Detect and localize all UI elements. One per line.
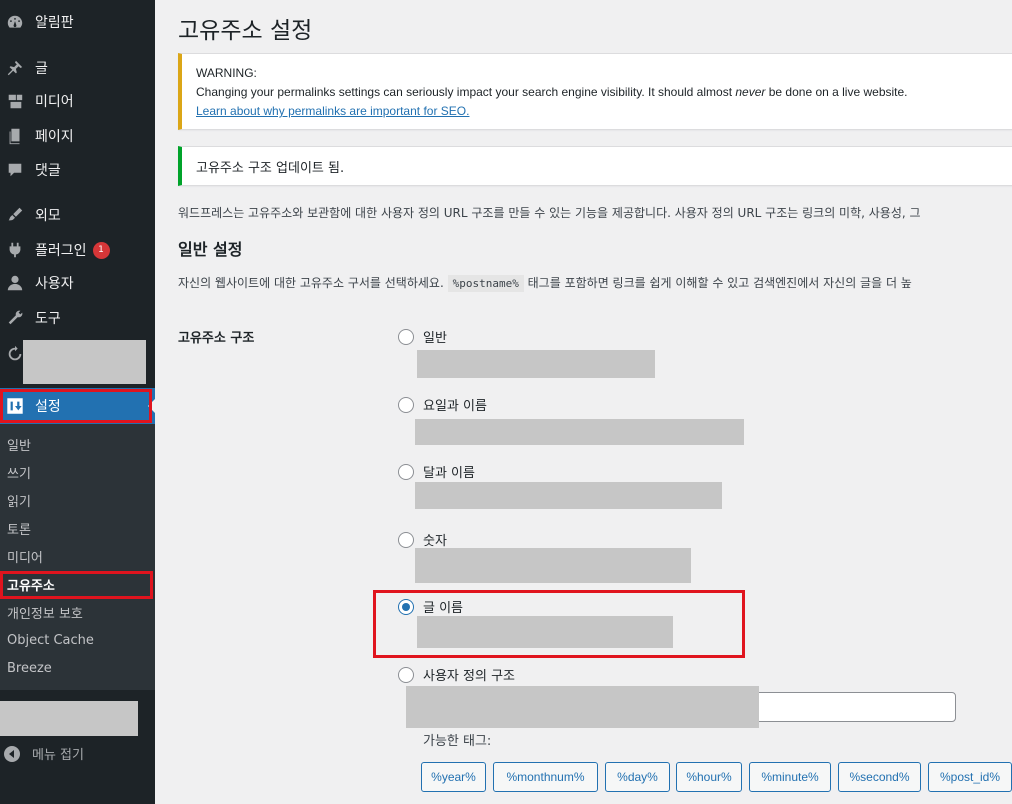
plugin-icon: [4, 240, 26, 260]
option-numeric[interactable]: 숫자: [398, 530, 447, 549]
redacted-menu-item: [0, 701, 138, 736]
redacted-example-url: [415, 548, 691, 583]
redacted-example-url: [415, 482, 722, 509]
success-notice: 고유주소 구조 업데이트 됨.: [178, 146, 1012, 186]
appearance-icon: [4, 205, 26, 225]
menu-label: 미디어: [35, 94, 74, 110]
redacted-example-url: [415, 419, 744, 445]
redacted-menu-label: [23, 340, 146, 384]
menu-item-settings[interactable]: 설정: [0, 388, 155, 424]
option-label: 글 이름: [423, 601, 464, 616]
tag-second-button[interactable]: %second%: [838, 762, 921, 792]
submenu-media[interactable]: 미디어: [7, 547, 43, 566]
submenu-breeze[interactable]: Breeze: [7, 661, 52, 676]
wrench-icon: [4, 308, 26, 328]
collapse-label: 메뉴 접기: [32, 748, 84, 763]
menu-item-posts[interactable]: 글: [0, 51, 155, 85]
redacted-example-url: [417, 350, 655, 378]
menu-label: 도구: [35, 311, 61, 327]
radio-numeric[interactable]: [398, 531, 414, 548]
menu-label: 알림판: [35, 15, 74, 31]
menu-item-tools[interactable]: 도구: [0, 301, 155, 335]
seo-learn-more-link[interactable]: Learn about why permalinks are important…: [196, 104, 469, 118]
menu-label: 댓글: [35, 163, 61, 179]
submenu-permalinks[interactable]: 고유주소: [7, 575, 55, 594]
submenu-reading[interactable]: 읽기: [7, 491, 31, 510]
radio-plain[interactable]: [398, 328, 414, 345]
menu-label: 글: [35, 61, 48, 77]
submenu-discussion[interactable]: 토론: [7, 519, 31, 538]
dashboard-icon: [4, 12, 26, 32]
admin-sidebar: 알림판 글 미디어 페이지 댓글 외모 플러그인 1 사용자 도구 설정 일반 …: [0, 0, 155, 804]
settings-icon: [4, 396, 26, 416]
pin-icon: [4, 58, 26, 78]
redacted-example-url: [417, 616, 673, 648]
menu-item-users[interactable]: 사용자: [0, 266, 155, 300]
tag-monthnum-button[interactable]: %monthnum%: [493, 762, 598, 792]
menu-item-appearance[interactable]: 외모: [0, 198, 155, 232]
submenu-general[interactable]: 일반: [7, 435, 31, 454]
option-label: 달과 이름: [423, 466, 475, 481]
main-content: 고유주소 설정 WARNING: Changing your permalink…: [155, 0, 1012, 804]
warning-notice: WARNING: Changing your permalinks settin…: [178, 53, 1012, 130]
postname-code: %postname%: [447, 275, 524, 292]
menu-item-media[interactable]: 미디어: [0, 84, 155, 118]
page-title: 고유주소 설정: [178, 18, 313, 44]
page-icon: [4, 126, 26, 146]
option-custom-structure[interactable]: 사용자 정의 구조: [398, 665, 515, 684]
submenu-object-cache[interactable]: Object Cache: [7, 633, 94, 648]
collapse-arrow-icon: [4, 745, 20, 762]
option-day-name[interactable]: 요일과 이름: [398, 395, 487, 414]
tag-year-button[interactable]: %year%: [421, 762, 486, 792]
menu-label: 설정: [35, 399, 61, 415]
warning-heading: WARNING:: [196, 66, 257, 80]
radio-month-name[interactable]: [398, 463, 414, 480]
menu-label: 사용자: [35, 276, 74, 292]
menu-item-plugins[interactable]: 플러그인 1: [0, 233, 155, 267]
menu-label: 플러그인: [35, 243, 87, 259]
radio-post-name[interactable]: [398, 598, 414, 615]
menu-label: 페이지: [35, 129, 74, 145]
intro-text: 워드프레스는 고유주소와 보관함에 대한 사용자 정의 URL 구조를 만들 수…: [178, 206, 921, 220]
option-post-name[interactable]: 글 이름: [398, 597, 463, 616]
media-icon: [4, 91, 26, 111]
collapse-menu-button[interactable]: 메뉴 접기: [4, 744, 84, 763]
section-description: 자신의 웹사이트에 대한 고유주소 구서를 선택하세요. %postname% …: [178, 275, 912, 292]
menu-label: 외모: [35, 208, 61, 224]
success-message: 고유주소 구조 업데이트 됨.: [196, 161, 345, 176]
submenu-writing[interactable]: 쓰기: [7, 463, 31, 482]
custom-structure-input[interactable]: [750, 692, 956, 722]
option-label: 사용자 정의 구조: [423, 669, 515, 684]
permalink-structure-label: 고유주소 구조: [178, 331, 255, 346]
settings-submenu: 일반 쓰기 읽기 토론 미디어 고유주소 개인정보 보호 Object Cach…: [0, 424, 155, 690]
user-icon: [4, 273, 26, 293]
option-month-name[interactable]: 달과 이름: [398, 462, 475, 481]
tag-post-id-button[interactable]: %post_id%: [928, 762, 1012, 792]
tag-hour-button[interactable]: %hour%: [676, 762, 742, 792]
section-title: 일반 설정: [178, 240, 243, 259]
tag-minute-button[interactable]: %minute%: [749, 762, 831, 792]
redacted-custom-structure: [406, 686, 759, 728]
menu-item-dashboard[interactable]: 알림판: [0, 5, 155, 39]
tag-day-button[interactable]: %day%: [605, 762, 670, 792]
current-menu-arrow: [148, 399, 155, 413]
option-plain[interactable]: 일반: [398, 327, 447, 346]
available-tags-label: 가능한 태그:: [423, 734, 492, 749]
warning-text: Changing your permalinks settings can se…: [196, 85, 908, 99]
option-label: 일반: [423, 331, 447, 346]
menu-item-comments[interactable]: 댓글: [0, 153, 155, 187]
radio-day-name[interactable]: [398, 396, 414, 413]
option-label: 요일과 이름: [423, 399, 487, 414]
option-label: 숫자: [423, 534, 447, 549]
submenu-privacy[interactable]: 개인정보 보호: [7, 603, 83, 622]
menu-item-pages[interactable]: 페이지: [0, 119, 155, 153]
comment-icon: [4, 160, 26, 180]
update-count-badge: 1: [92, 241, 110, 259]
radio-custom-structure[interactable]: [398, 666, 414, 683]
